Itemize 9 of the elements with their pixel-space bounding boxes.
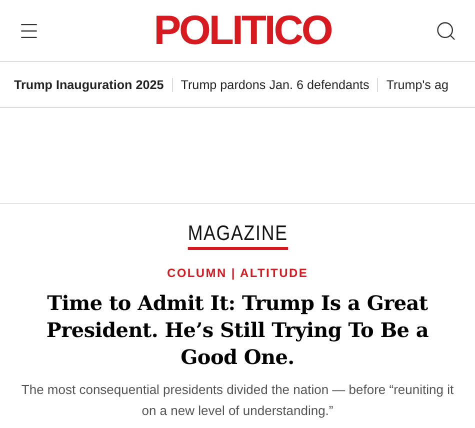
search-button[interactable] [434, 20, 457, 42]
headline: Time to Admit It: Trump Is a Great President. He’s Still Trying To Be a Good One. [45, 290, 430, 371]
section-label[interactable]: MAGAZINE [187, 222, 288, 250]
trending-link[interactable]: Trump pardons Jan. 6 defendants [172, 78, 378, 92]
kicker-link[interactable]: COLUMN | ALTITUDE [166, 266, 308, 280]
dek: The most consequential presidents divided the nation — before “reuniting it on a new level of understanding.” [20, 381, 455, 420]
logo[interactable]: POLITICO [154, 10, 332, 51]
trending-link[interactable]: Trump's ag [377, 78, 456, 92]
trending-heading[interactable]: Trump Inauguration 2025 [14, 78, 172, 92]
